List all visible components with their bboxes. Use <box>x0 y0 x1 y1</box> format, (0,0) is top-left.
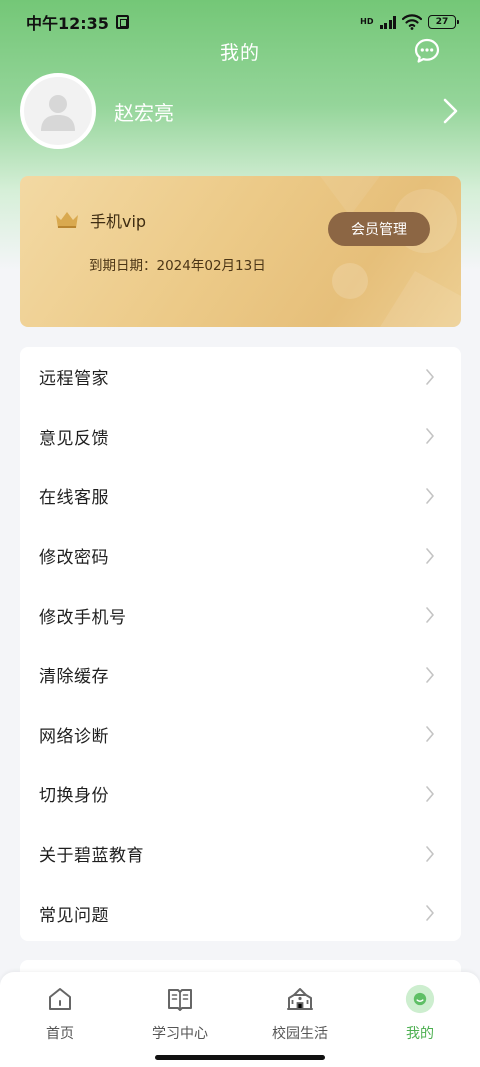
menu-item-online-service[interactable]: 在线客服 <box>20 466 461 526</box>
menu-item-label: 意见反馈 <box>39 428 109 449</box>
battery-level: 27 <box>435 17 449 27</box>
menu-item-clear-cache[interactable]: 清除缓存 <box>20 645 461 705</box>
avatar[interactable] <box>20 73 96 149</box>
menu-item-label: 远程管家 <box>39 369 109 390</box>
sim-icon <box>115 15 129 29</box>
tab-label: 校园生活 <box>272 1026 328 1042</box>
chevron-right-icon <box>426 547 434 564</box>
menu-item-network-diagnosis[interactable]: 网络诊断 <box>20 705 461 765</box>
menu-item-label: 切换身份 <box>39 786 109 807</box>
tab-study-center[interactable]: 学习中心 <box>120 972 240 1067</box>
chevron-right-icon <box>426 488 434 504</box>
chevron-right-icon <box>426 607 434 623</box>
profile-row[interactable]: 赵宏亮 <box>20 72 460 150</box>
vip-card-decoration <box>320 176 461 327</box>
vip-title-row: 手机vip <box>54 208 146 232</box>
chevron-right-icon <box>426 726 434 743</box>
battery-icon: 27 <box>428 15 459 29</box>
tab-label: 首页 <box>46 1026 74 1042</box>
chevron-right-icon[interactable] <box>440 97 460 125</box>
user-icon <box>41 95 75 131</box>
menu-item-label: 在线客服 <box>39 488 109 509</box>
wifi-icon <box>402 14 422 30</box>
tab-label: 学习中心 <box>152 1026 208 1042</box>
chevron-right-icon <box>426 368 434 385</box>
menu-item-label: 修改密码 <box>39 548 109 569</box>
vip-card: 手机vip 到期日期： 2024年02月13日 会员管理 <box>20 176 461 327</box>
status-right: HD 27 <box>360 14 459 30</box>
vip-expire-date: 2024年02月13日 <box>156 258 266 274</box>
chevron-right-icon <box>426 428 434 445</box>
title-bar: 我的 <box>0 36 480 66</box>
school-icon <box>285 984 315 1014</box>
book-icon <box>165 984 195 1014</box>
status-time: 中午12:35 <box>26 14 109 33</box>
menu-item-switch-identity[interactable]: 切换身份 <box>20 764 461 824</box>
tab-label: 我的 <box>406 1026 434 1042</box>
page-title: 我的 <box>219 41 260 64</box>
bottom-tab-bar: 首页 学习中心 校园生活 我的 <box>0 972 480 1067</box>
member-manage-button[interactable]: 会员管理 <box>328 212 430 246</box>
signal-icon <box>379 15 396 29</box>
chevron-right-icon <box>426 905 434 921</box>
vip-title: 手机vip <box>90 212 147 231</box>
tab-campus-life[interactable]: 校园生活 <box>240 972 360 1067</box>
user-name: 赵宏亮 <box>114 100 174 125</box>
crown-icon <box>56 212 78 228</box>
menu-item-remote-manager[interactable]: 远程管家 <box>20 347 461 407</box>
network-type: HD <box>360 17 374 26</box>
vip-expire: 到期日期： 2024年02月13日 <box>89 254 266 274</box>
menu-item-label: 网络诊断 <box>39 726 109 747</box>
tab-mine[interactable]: 我的 <box>360 972 480 1067</box>
chevron-right-icon <box>426 666 434 683</box>
menu-item-label: 关于碧蓝教育 <box>39 846 144 867</box>
chevron-right-icon <box>426 845 434 862</box>
home-indicator <box>155 1055 325 1060</box>
home-icon <box>45 984 75 1014</box>
menu-item-about[interactable]: 关于碧蓝教育 <box>20 824 461 884</box>
message-icon[interactable] <box>414 38 440 64</box>
menu-item-change-password[interactable]: 修改密码 <box>20 526 461 586</box>
vip-expire-label: 到期日期： <box>89 258 157 274</box>
smile-icon <box>405 984 435 1014</box>
menu-item-label: 常见问题 <box>39 905 109 926</box>
menu-item-change-phone[interactable]: 修改手机号 <box>20 585 461 645</box>
status-left: 中午12:35 <box>26 10 129 34</box>
menu-item-feedback[interactable]: 意见反馈 <box>20 407 461 467</box>
settings-menu: 远程管家 意见反馈 在线客服 修改密码 修改手机号 清除缓存 网络诊断 切换身份… <box>20 347 461 941</box>
chevron-right-icon <box>426 786 434 802</box>
tab-home[interactable]: 首页 <box>0 972 120 1067</box>
menu-item-faq[interactable]: 常见问题 <box>20 883 461 943</box>
menu-item-label: 修改手机号 <box>39 607 127 628</box>
menu-item-label: 清除缓存 <box>39 667 109 688</box>
